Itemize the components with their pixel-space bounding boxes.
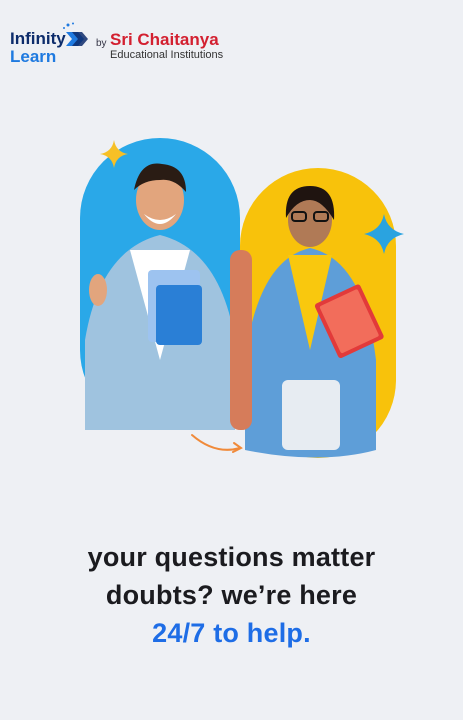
hero-illustration — [80, 138, 404, 458]
curved-arrow-decoration — [191, 434, 241, 451]
headline: your questions matter doubts? we’re here… — [0, 538, 463, 652]
logo-text-learn: Learn — [10, 47, 57, 66]
headline-line-2: doubts? we’re here — [105, 580, 358, 610]
logo-text-infinity: Infinity — [10, 29, 66, 48]
infinity-learn-logo[interactable]: Infinity Learn — [10, 30, 66, 65]
by-label: by — [96, 38, 107, 49]
partner-name: Sri Chaitanya — [110, 30, 219, 49]
app-header: Infinity Learn by Sri Chaitanya Educatio… — [0, 0, 463, 90]
infinity-arrow-icon — [63, 22, 88, 46]
partner-subtitle: Educational Institutions — [110, 49, 224, 61]
headline-line-1: your questions matter — [87, 542, 376, 572]
headline-line-3: 24/7 to help. — [152, 618, 311, 648]
